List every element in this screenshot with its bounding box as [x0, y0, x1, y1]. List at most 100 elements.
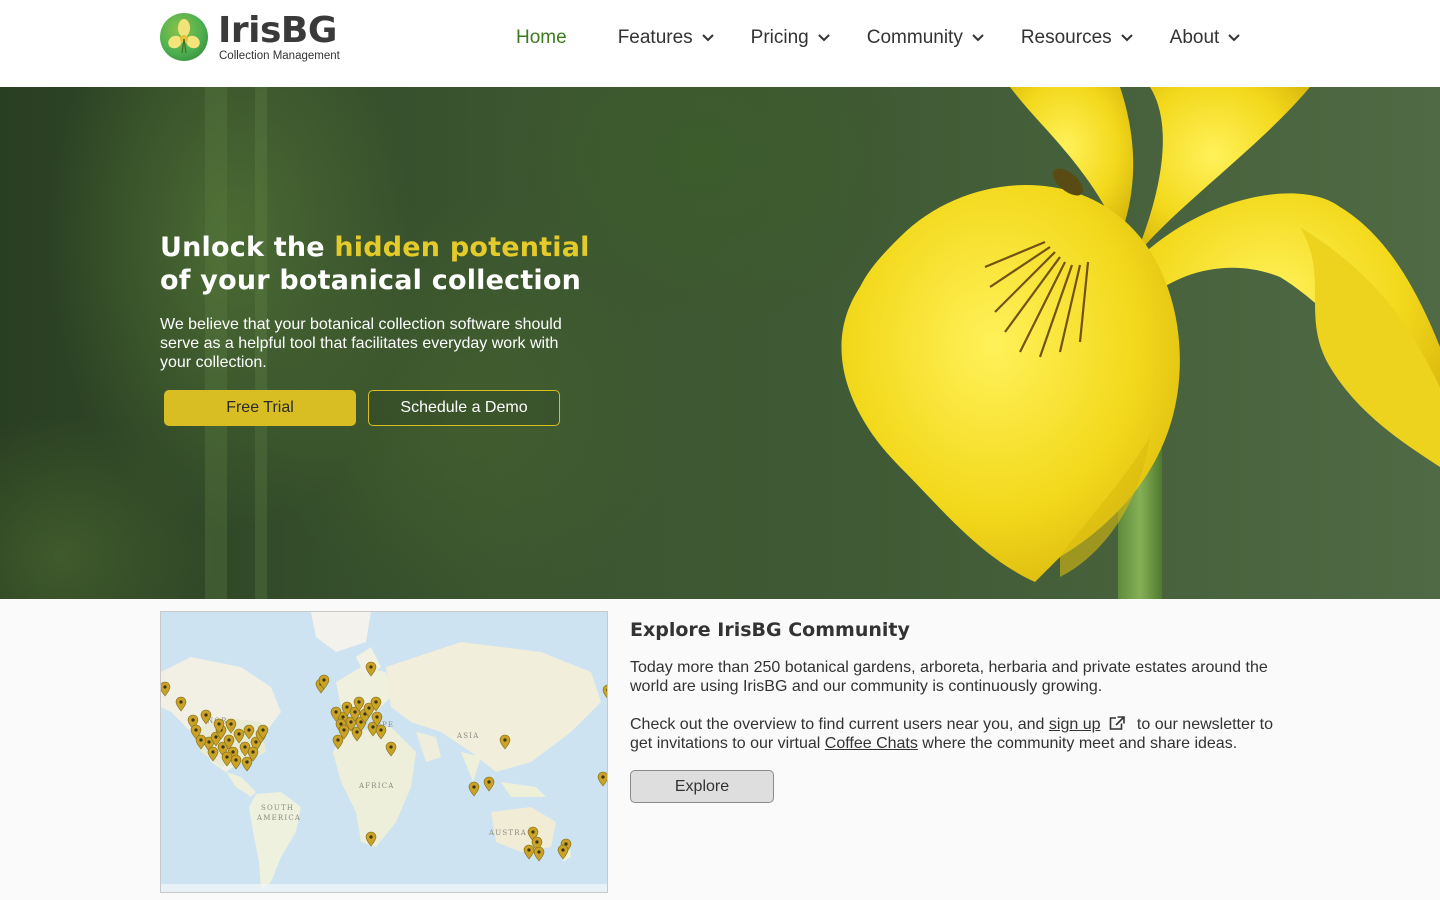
map-pin-dot: [334, 710, 338, 714]
nav-item-label: Community: [866, 27, 963, 48]
coffee-chats-link[interactable]: Coffee Chats: [825, 735, 918, 752]
map-pin-dot: [601, 775, 605, 779]
brand-logo[interactable]: IrisBG Collection Management: [160, 12, 340, 62]
site-header: IrisBG Collection Management Home Featur…: [0, 0, 1440, 87]
map-pin-dot: [221, 745, 225, 749]
community-paragraph-1: Today more than 250 botanical gardens, a…: [630, 659, 1268, 695]
map-pin-dot: [561, 848, 565, 852]
map-pin-dot: [227, 738, 231, 742]
map-pin-dot: [375, 715, 379, 719]
map-pin-dot: [214, 735, 218, 739]
map-pin-dot: [371, 725, 375, 729]
map-pin-dot: [191, 718, 195, 722]
iris-flower-logo-icon: [160, 13, 208, 61]
hero-buttons: Free Trial Schedule a Demo: [164, 390, 560, 426]
map-pin-dot: [245, 760, 249, 764]
hero-headline: Unlock the hidden potential of your bota…: [160, 231, 590, 297]
map-pin-dot: [369, 665, 373, 669]
map-pin-dot: [355, 730, 359, 734]
map-pin-dot: [194, 728, 198, 732]
world-map-image: NOR OPE ASIA AFRICA SOUTH AMERICA AUSTRA: [161, 612, 607, 892]
map-pin-dot: [179, 700, 183, 704]
nav-item-label: Features: [617, 27, 693, 48]
nav-item-features[interactable]: Features: [618, 27, 715, 49]
chevron-down-icon: [1120, 34, 1133, 42]
map-pin-dot: [472, 785, 476, 789]
map-pin-dot: [225, 755, 229, 759]
map-pin-dot: [503, 738, 507, 742]
explore-button[interactable]: Explore: [630, 770, 774, 803]
community-content: Explore IrisBG Community Today more than…: [630, 619, 1290, 753]
map-pin-dot: [341, 715, 345, 719]
nav-item-label: Resources: [1020, 27, 1112, 48]
chevron-down-icon: [1228, 34, 1241, 42]
map-pin-dot: [204, 713, 208, 717]
map-label-south-america-1: SOUTH: [261, 804, 294, 812]
map-pin-dot: [374, 700, 378, 704]
map-label-africa: AFRICA: [358, 782, 395, 790]
community-p2-text-after: where the community meet and share ideas…: [917, 735, 1238, 752]
nav-item-resources[interactable]: Resources: [1021, 27, 1134, 49]
free-trial-button[interactable]: Free Trial: [164, 390, 356, 426]
map-pin-dot: [322, 678, 326, 682]
chevron-down-icon: [701, 34, 714, 42]
nav-item-label: Home: [516, 27, 567, 48]
nav-item-home[interactable]: Home: [516, 27, 567, 49]
map-label-south-america-2: AMERICA: [256, 814, 301, 822]
map-pin-dot: [247, 728, 251, 732]
nav-item-about[interactable]: About: [1170, 27, 1242, 49]
map-label-australia: AUSTRA: [488, 829, 527, 837]
hero-section: Unlock the hidden potential of your bota…: [0, 87, 1440, 599]
map-pin-dot: [207, 740, 211, 744]
hero-description: We believe that your botanical collectio…: [160, 316, 562, 371]
community-p2-text-before: Check out the overview to find current u…: [630, 716, 1049, 733]
map-pin-dot: [349, 720, 353, 724]
map-pin-dot: [254, 740, 258, 744]
map-pin-dot: [357, 700, 361, 704]
map-pin-dot: [535, 840, 539, 844]
schedule-demo-button[interactable]: Schedule a Demo: [368, 390, 560, 426]
map-pin-dot: [211, 750, 215, 754]
community-title: Explore IrisBG Community: [630, 619, 910, 641]
map-pin-dot: [527, 848, 531, 852]
map-pin-dot: [237, 732, 241, 736]
map-pin-dot: [231, 750, 235, 754]
hero-content: Unlock the hidden potential of your bota…: [160, 231, 590, 372]
brand-name: IrisBG: [218, 10, 337, 51]
map-pin-dot: [353, 710, 357, 714]
nav-item-community[interactable]: Community: [867, 27, 985, 49]
community-section: NOR OPE ASIA AFRICA SOUTH AMERICA AUSTRA…: [0, 599, 1440, 900]
map-pin-dot: [163, 685, 167, 689]
map-pin-dot: [251, 750, 255, 754]
map-pin-dot: [359, 720, 363, 724]
hero-headline-part2: of your botanical collection: [160, 265, 582, 296]
map-label-asia: ASIA: [456, 732, 479, 740]
external-link-icon[interactable]: [1108, 715, 1126, 731]
map-pin-dot: [342, 728, 346, 732]
community-world-map[interactable]: NOR OPE ASIA AFRICA SOUTH AMERICA AUSTRA: [160, 611, 608, 893]
map-pin-dot: [234, 758, 238, 762]
nav-item-label: About: [1169, 27, 1220, 48]
sign-up-link[interactable]: sign up: [1049, 716, 1101, 733]
map-pin-dot: [379, 728, 383, 732]
map-pin-dot: [229, 722, 233, 726]
map-pin-dot: [537, 850, 541, 854]
chevron-down-icon: [972, 34, 984, 42]
map-pin-dot: [261, 728, 265, 732]
map-pin-dot: [336, 738, 340, 742]
hero-headline-highlight: hidden potential: [334, 232, 590, 263]
map-pin-dot: [389, 745, 393, 749]
map-pin-dot: [199, 738, 203, 742]
map-pin-dot: [345, 705, 349, 709]
map-pin-dot: [487, 780, 491, 784]
chevron-down-icon: [818, 34, 830, 42]
nav-item-label: Pricing: [750, 27, 809, 48]
brand-subtitle: Collection Management: [219, 50, 340, 62]
map-pin-dot: [369, 835, 373, 839]
main-nav: Home Features Pricing Community Resource…: [516, 24, 1241, 52]
map-pin-dot: [531, 830, 535, 834]
community-paragraph-2: Check out the overview to find current u…: [630, 715, 1290, 753]
map-pin-dot: [217, 722, 221, 726]
map-pin-dot: [243, 745, 247, 749]
nav-item-pricing[interactable]: Pricing: [751, 27, 831, 49]
